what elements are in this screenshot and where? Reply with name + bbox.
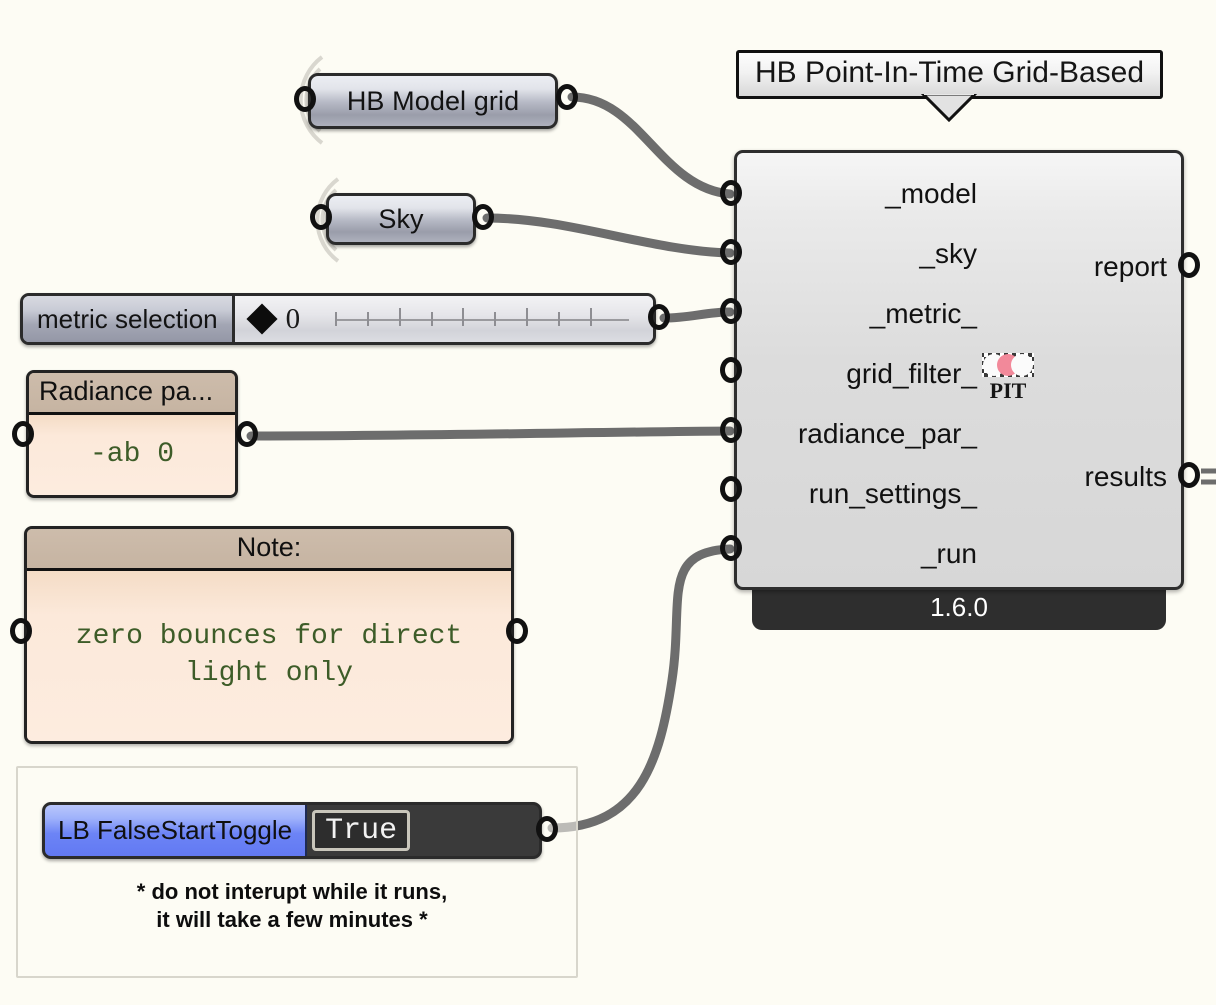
panel-body-wrap[interactable]: Note: zero bounces for direct light only xyxy=(24,526,514,744)
slider-body[interactable]: metric selection 0 xyxy=(20,293,656,345)
panel-title: Note: xyxy=(27,529,511,571)
svg-text:PIT: PIT xyxy=(990,378,1027,403)
slider-value: 0 xyxy=(286,303,301,336)
port-note-panel-in[interactable] xyxy=(10,618,36,648)
component-input-run: _run xyxy=(747,538,977,570)
param-sky[interactable]: Sky xyxy=(326,193,476,245)
slider-handle[interactable] xyxy=(246,303,277,334)
port-radiance-par-in[interactable] xyxy=(720,417,746,447)
component-output-report: report xyxy=(1094,251,1167,283)
param-label: Sky xyxy=(378,204,423,235)
port-grid-filter-in[interactable] xyxy=(720,357,746,387)
component-input-grid-filter: grid_filter_ xyxy=(747,358,977,390)
component-input-radiance-par: radiance_par_ xyxy=(747,418,977,450)
port-run-in[interactable] xyxy=(720,535,746,565)
port-run-settings-in[interactable] xyxy=(720,476,746,506)
panel-body-wrap[interactable]: Radiance pa... -ab 0 xyxy=(26,370,238,498)
port-results-out[interactable] xyxy=(1178,462,1204,492)
component-input-model: _model xyxy=(747,178,977,210)
param-hb-model-grid[interactable]: HB Model grid xyxy=(308,73,558,129)
port-note-panel-out[interactable] xyxy=(506,618,532,648)
wire-radiance xyxy=(251,431,730,436)
component-name-tooltip: HB Point-In-Time Grid-Based xyxy=(736,50,1163,99)
wire-model xyxy=(572,97,730,194)
port-sky-in[interactable] xyxy=(310,204,336,234)
port-sky-in[interactable] xyxy=(720,239,746,269)
tooltip-label: HB Point-In-Time Grid-Based xyxy=(736,50,1163,99)
component-input-sky: _sky xyxy=(747,238,977,270)
port-radiance-panel-in[interactable] xyxy=(12,421,38,451)
pit-icon: PIT xyxy=(980,353,1036,403)
port-metric-in[interactable] xyxy=(720,298,746,328)
panel-radiance-parameters[interactable]: Radiance pa... -ab 0 xyxy=(26,370,238,498)
panel-note[interactable]: Note: zero bounces for direct light only xyxy=(24,526,514,744)
component-input-run-settings: run_settings_ xyxy=(747,478,977,510)
param-capsule[interactable]: Sky xyxy=(326,193,476,245)
port-sky-out[interactable] xyxy=(472,204,498,234)
slider-label: metric selection xyxy=(23,296,235,342)
wire-sky xyxy=(487,218,730,253)
group-false-start-toggle[interactable] xyxy=(16,766,578,978)
toggle-body[interactable]: LB FalseStartToggle True xyxy=(42,802,542,859)
port-toggle-out[interactable] xyxy=(536,816,562,846)
port-report-out[interactable] xyxy=(1178,252,1204,282)
toggle-label: LB FalseStartToggle xyxy=(45,805,307,856)
port-hb-model-grid-out[interactable] xyxy=(556,84,582,114)
component-output-results: results xyxy=(1085,461,1167,493)
param-label: HB Model grid xyxy=(347,86,519,117)
slider-ticks xyxy=(335,304,639,334)
slider-track[interactable]: 0 xyxy=(235,296,653,342)
panel-text[interactable]: -ab 0 xyxy=(29,415,235,495)
component-version: 1.6.0 xyxy=(930,592,988,623)
panel-title: Radiance pa... xyxy=(29,373,235,415)
number-slider-metric-selection[interactable]: metric selection 0 xyxy=(20,293,656,345)
component-hb-point-in-time-grid-based[interactable]: _model _sky _metric_ grid_filter_ radian… xyxy=(734,150,1184,590)
panel-text[interactable]: zero bounces for direct light only xyxy=(27,571,511,741)
port-hb-model-grid-in[interactable] xyxy=(294,86,320,116)
port-slider-out[interactable] xyxy=(648,304,674,334)
grasshopper-canvas: HB Model grid Sky metric selection 0 xyxy=(0,0,1216,1005)
component-version-footer: 1.6.0 xyxy=(752,585,1166,630)
toggle-value[interactable]: True xyxy=(312,810,410,851)
port-radiance-panel-out[interactable] xyxy=(236,421,262,451)
component-input-metric: _metric_ xyxy=(747,298,977,330)
port-model-in[interactable] xyxy=(720,180,746,210)
tooltip-pointer xyxy=(921,94,977,122)
group-caption: * do not interupt while it runs, it will… xyxy=(42,878,542,934)
param-capsule[interactable]: HB Model grid xyxy=(308,73,558,129)
wire-run xyxy=(552,549,730,828)
boolean-toggle-lb-falsestart[interactable]: LB FalseStartToggle True xyxy=(42,802,542,859)
